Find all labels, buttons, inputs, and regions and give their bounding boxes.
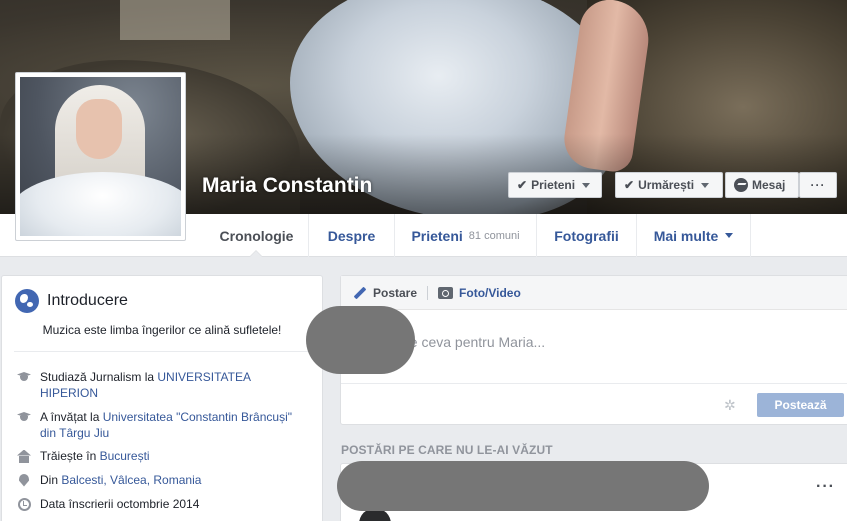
intro-row-joined: Data înscrierii octombrie 2014 — [16, 496, 199, 512]
tab-despre[interactable]: Despre — [309, 214, 395, 257]
avatar-face — [76, 99, 122, 159]
cover-sky — [120, 0, 230, 40]
intro-row-lives-in: Trăiește în București — [16, 448, 150, 464]
redacted-post-header — [337, 461, 709, 511]
tab-fotografii[interactable]: Fotografii — [537, 214, 637, 257]
house-icon — [16, 448, 32, 464]
intro-row-text: Studiază Jurnalism la UNIVERSITATEA HIPE… — [40, 369, 266, 401]
tab-label: Prieteni — [411, 227, 463, 244]
chevron-down-icon — [582, 182, 591, 188]
globe-icon — [15, 289, 39, 313]
pencil-icon — [353, 286, 367, 299]
post-composer: Postare Foto/Video crie ceva pentru Mari… — [340, 275, 847, 425]
intro-row-text: Data înscrierii octombrie 2014 — [40, 497, 200, 511]
tab-prieteni[interactable]: Prieteni 81 comuni — [395, 214, 537, 257]
check-icon: ✔ — [624, 178, 635, 192]
tab-label: Despre — [327, 227, 376, 244]
tab-mai-multe[interactable]: Mai multe — [637, 214, 751, 257]
intro-row-education: A învățat la Universitatea "Constantin B… — [16, 409, 306, 441]
message-button[interactable]: Mesaj — [725, 172, 799, 198]
intro-row-studies: Studiază Jurnalism la UNIVERSITATEA HIPE… — [16, 369, 266, 401]
profile-name[interactable]: Maria Constantin — [202, 174, 372, 198]
mutual-friends-count: 81 comuni — [468, 229, 520, 242]
chevron-down-icon — [725, 233, 734, 238]
intro-row-prefix: Trăiește în — [40, 449, 100, 463]
more-options-icon: ··· — [810, 178, 826, 192]
post-button[interactable]: Postează — [757, 393, 844, 417]
hometown-link[interactable]: Balcesti, Vâlcea, Romania — [61, 473, 201, 487]
divider — [427, 285, 429, 300]
chevron-down-icon — [701, 182, 710, 188]
friends-button[interactable]: ✔ Prieteni — [508, 172, 602, 198]
intro-card: Introducere Muzica este limba îngerilor … — [1, 275, 323, 521]
intro-bio: Muzica este limba îngerilor ce alină suf… — [42, 323, 282, 337]
follow-button-label: Urmărești — [638, 178, 695, 192]
graduation-cap-icon — [16, 409, 32, 425]
city-link[interactable]: București — [100, 449, 150, 463]
divider — [341, 383, 847, 384]
unseen-posts-heading: POSTĂRI PE CARE NU LE-AI VĂZUT — [341, 443, 553, 457]
redacted-avatar — [306, 306, 415, 374]
composer-input[interactable]: crie ceva pentru Maria... — [395, 334, 545, 350]
follow-button[interactable]: ✔ Urmărești — [615, 172, 723, 198]
post-menu-icon[interactable]: ··· — [816, 478, 835, 496]
camera-icon — [438, 286, 454, 299]
intro-row-text: Trăiește în București — [40, 448, 150, 464]
intro-row-text: Din Balcesti, Vâlcea, Romania — [40, 472, 201, 488]
profile-picture[interactable] — [15, 72, 186, 241]
divider — [14, 351, 310, 352]
intro-row-prefix: Studiază Jurnalism la — [40, 370, 158, 384]
tab-label: Cronologie — [219, 227, 294, 244]
composer-tab-post[interactable]: Postare — [353, 286, 417, 300]
intro-row-prefix: Din — [40, 473, 62, 487]
active-tab-indicator — [249, 250, 263, 258]
avatar — [20, 77, 181, 236]
intro-row-prefix: A învățat la — [40, 410, 103, 424]
composer-tabs: Postare Foto/Video — [341, 276, 847, 310]
clock-icon — [16, 496, 32, 512]
intro-title: Introducere — [47, 292, 128, 309]
friends-button-label: Prieteni — [531, 178, 576, 192]
intro-header: Introducere — [15, 289, 128, 313]
avatar-feathers — [20, 172, 181, 236]
intro-row-text: A învățat la Universitatea "Constantin B… — [40, 409, 306, 441]
graduation-cap-icon — [16, 369, 32, 385]
composer-tab-label: Foto/Video — [459, 285, 521, 300]
tab-label: Mai multe — [653, 227, 719, 244]
composer-tab-label: Postare — [373, 285, 418, 300]
composer-tab-photo-video[interactable]: Foto/Video — [438, 286, 521, 300]
messenger-icon — [734, 178, 748, 192]
check-icon: ✔ — [517, 178, 528, 192]
sparkle-icon[interactable]: ✲ — [724, 397, 736, 414]
tab-label: Fotografii — [554, 227, 619, 244]
message-button-label: Mesaj — [752, 178, 786, 192]
intro-row-from: Din Balcesti, Vâlcea, Romania — [16, 472, 201, 488]
location-pin-icon — [16, 472, 32, 488]
more-options-button[interactable]: ··· — [799, 172, 837, 198]
